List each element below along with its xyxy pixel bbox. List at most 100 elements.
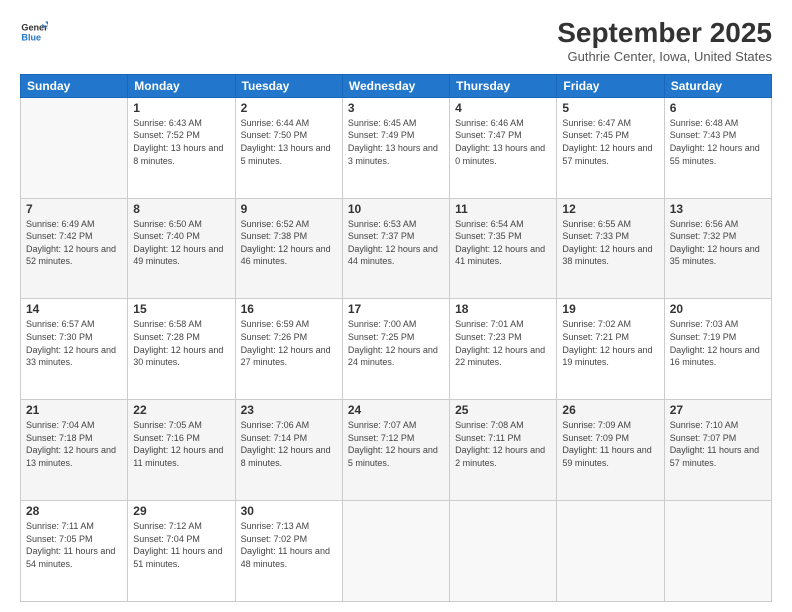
calendar: SundayMondayTuesdayWednesdayThursdayFrid… <box>20 74 772 602</box>
day-info: Sunrise: 7:07 AMSunset: 7:12 PMDaylight:… <box>348 419 444 469</box>
page: General Blue September 2025 Guthrie Cent… <box>0 0 792 612</box>
calendar-cell: 26 Sunrise: 7:09 AMSunset: 7:09 PMDayligh… <box>557 400 664 501</box>
day-info: Sunrise: 7:09 AMSunset: 7:09 PMDaylight:… <box>562 419 658 469</box>
day-header-sunday: Sunday <box>21 74 128 97</box>
calendar-cell: 7 Sunrise: 6:49 AMSunset: 7:42 PMDaylight… <box>21 198 128 299</box>
logo: General Blue <box>20 18 48 46</box>
day-number: 7 <box>26 202 122 216</box>
day-number: 3 <box>348 101 444 115</box>
day-number: 9 <box>241 202 337 216</box>
day-number: 20 <box>670 302 766 316</box>
day-info: Sunrise: 6:58 AMSunset: 7:28 PMDaylight:… <box>133 318 229 368</box>
day-info: Sunrise: 7:08 AMSunset: 7:11 PMDaylight:… <box>455 419 551 469</box>
day-header-friday: Friday <box>557 74 664 97</box>
calendar-week-row: 1Sunrise: 6:43 AMSunset: 7:52 PMDaylight… <box>21 97 772 198</box>
calendar-cell: 8 Sunrise: 6:50 AMSunset: 7:40 PMDaylight… <box>128 198 235 299</box>
day-number: 27 <box>670 403 766 417</box>
day-info: Sunrise: 7:02 AMSunset: 7:21 PMDaylight:… <box>562 318 658 368</box>
day-number: 11 <box>455 202 551 216</box>
day-info: Sunrise: 7:05 AMSunset: 7:16 PMDaylight:… <box>133 419 229 469</box>
day-info: Sunrise: 6:56 AMSunset: 7:32 PMDaylight:… <box>670 218 766 268</box>
day-number: 2 <box>241 101 337 115</box>
svg-text:Blue: Blue <box>21 32 41 42</box>
day-info: Sunrise: 7:03 AMSunset: 7:19 PMDaylight:… <box>670 318 766 368</box>
calendar-cell: 4Sunrise: 6:46 AMSunset: 7:47 PMDaylight… <box>450 97 557 198</box>
calendar-cell: 19 Sunrise: 7:02 AMSunset: 7:21 PMDayligh… <box>557 299 664 400</box>
day-info: Sunrise: 6:44 AMSunset: 7:50 PMDaylight:… <box>241 117 337 167</box>
calendar-cell: 21Sunrise: 7:04 AMSunset: 7:18 PMDayligh… <box>21 400 128 501</box>
day-info: Sunrise: 6:49 AMSunset: 7:42 PMDaylight:… <box>26 218 122 268</box>
day-header-saturday: Saturday <box>664 74 771 97</box>
day-info: Sunrise: 7:11 AMSunset: 7:05 PMDaylight:… <box>26 520 122 570</box>
day-number: 12 <box>562 202 658 216</box>
calendar-cell: 18 Sunrise: 7:01 AMSunset: 7:23 PMDayligh… <box>450 299 557 400</box>
calendar-week-row: 28 Sunrise: 7:11 AMSunset: 7:05 PMDayligh… <box>21 501 772 602</box>
day-number: 25 <box>455 403 551 417</box>
day-number: 16 <box>241 302 337 316</box>
day-number: 10 <box>348 202 444 216</box>
calendar-cell: 29 Sunrise: 7:12 AMSunset: 7:04 PMDayligh… <box>128 501 235 602</box>
day-info: Sunrise: 6:52 AMSunset: 7:38 PMDaylight:… <box>241 218 337 268</box>
logo-icon: General Blue <box>20 18 48 46</box>
day-header-tuesday: Tuesday <box>235 74 342 97</box>
day-header-wednesday: Wednesday <box>342 74 449 97</box>
day-number: 28 <box>26 504 122 518</box>
day-info: Sunrise: 6:48 AMSunset: 7:43 PMDaylight:… <box>670 117 766 167</box>
calendar-cell: 1Sunrise: 6:43 AMSunset: 7:52 PMDaylight… <box>128 97 235 198</box>
day-info: Sunrise: 7:04 AMSunset: 7:18 PMDaylight:… <box>26 419 122 469</box>
day-number: 13 <box>670 202 766 216</box>
calendar-cell: 5 Sunrise: 6:47 AMSunset: 7:45 PMDaylight… <box>557 97 664 198</box>
calendar-cell: 25 Sunrise: 7:08 AMSunset: 7:11 PMDayligh… <box>450 400 557 501</box>
calendar-cell: 2 Sunrise: 6:44 AMSunset: 7:50 PMDaylight… <box>235 97 342 198</box>
day-number: 5 <box>562 101 658 115</box>
day-info: Sunrise: 6:57 AMSunset: 7:30 PMDaylight:… <box>26 318 122 368</box>
day-number: 17 <box>348 302 444 316</box>
day-header-thursday: Thursday <box>450 74 557 97</box>
calendar-cell: 23 Sunrise: 7:06 AMSunset: 7:14 PMDayligh… <box>235 400 342 501</box>
day-number: 30 <box>241 504 337 518</box>
calendar-cell: 10 Sunrise: 6:53 AMSunset: 7:37 PMDayligh… <box>342 198 449 299</box>
calendar-cell: 11 Sunrise: 6:54 AMSunset: 7:35 PMDayligh… <box>450 198 557 299</box>
day-number: 24 <box>348 403 444 417</box>
calendar-cell <box>21 97 128 198</box>
calendar-week-row: 7 Sunrise: 6:49 AMSunset: 7:42 PMDaylight… <box>21 198 772 299</box>
calendar-cell: 20 Sunrise: 7:03 AMSunset: 7:19 PMDayligh… <box>664 299 771 400</box>
calendar-cell: 3 Sunrise: 6:45 AMSunset: 7:49 PMDaylight… <box>342 97 449 198</box>
calendar-week-row: 21Sunrise: 7:04 AMSunset: 7:18 PMDayligh… <box>21 400 772 501</box>
day-info: Sunrise: 6:50 AMSunset: 7:40 PMDaylight:… <box>133 218 229 268</box>
day-number: 8 <box>133 202 229 216</box>
day-info: Sunrise: 7:01 AMSunset: 7:23 PMDaylight:… <box>455 318 551 368</box>
day-info: Sunrise: 6:45 AMSunset: 7:49 PMDaylight:… <box>348 117 444 167</box>
svg-text:General: General <box>21 23 48 33</box>
calendar-cell: 22 Sunrise: 7:05 AMSunset: 7:16 PMDayligh… <box>128 400 235 501</box>
calendar-cell <box>450 501 557 602</box>
calendar-cell: 15Sunrise: 6:58 AMSunset: 7:28 PMDayligh… <box>128 299 235 400</box>
day-number: 29 <box>133 504 229 518</box>
day-info: Sunrise: 7:12 AMSunset: 7:04 PMDaylight:… <box>133 520 229 570</box>
title-block: September 2025 Guthrie Center, Iowa, Uni… <box>557 18 772 64</box>
calendar-header-row: SundayMondayTuesdayWednesdayThursdayFrid… <box>21 74 772 97</box>
calendar-cell: 28 Sunrise: 7:11 AMSunset: 7:05 PMDayligh… <box>21 501 128 602</box>
day-info: Sunrise: 6:54 AMSunset: 7:35 PMDaylight:… <box>455 218 551 268</box>
day-number: 23 <box>241 403 337 417</box>
day-number: 22 <box>133 403 229 417</box>
day-info: Sunrise: 7:06 AMSunset: 7:14 PMDaylight:… <box>241 419 337 469</box>
calendar-cell: 6 Sunrise: 6:48 AMSunset: 7:43 PMDaylight… <box>664 97 771 198</box>
day-info: Sunrise: 7:10 AMSunset: 7:07 PMDaylight:… <box>670 419 766 469</box>
calendar-cell: 27 Sunrise: 7:10 AMSunset: 7:07 PMDayligh… <box>664 400 771 501</box>
calendar-cell <box>557 501 664 602</box>
location: Guthrie Center, Iowa, United States <box>557 49 772 64</box>
day-info: Sunrise: 6:55 AMSunset: 7:33 PMDaylight:… <box>562 218 658 268</box>
calendar-cell: 14Sunrise: 6:57 AMSunset: 7:30 PMDayligh… <box>21 299 128 400</box>
calendar-cell: 13 Sunrise: 6:56 AMSunset: 7:32 PMDayligh… <box>664 198 771 299</box>
day-info: Sunrise: 6:53 AMSunset: 7:37 PMDaylight:… <box>348 218 444 268</box>
calendar-cell: 24 Sunrise: 7:07 AMSunset: 7:12 PMDayligh… <box>342 400 449 501</box>
day-number: 6 <box>670 101 766 115</box>
day-number: 19 <box>562 302 658 316</box>
month-title: September 2025 <box>557 18 772 49</box>
day-number: 18 <box>455 302 551 316</box>
calendar-cell <box>664 501 771 602</box>
day-number: 26 <box>562 403 658 417</box>
day-info: Sunrise: 6:47 AMSunset: 7:45 PMDaylight:… <box>562 117 658 167</box>
calendar-cell: 16Sunrise: 6:59 AMSunset: 7:26 PMDayligh… <box>235 299 342 400</box>
